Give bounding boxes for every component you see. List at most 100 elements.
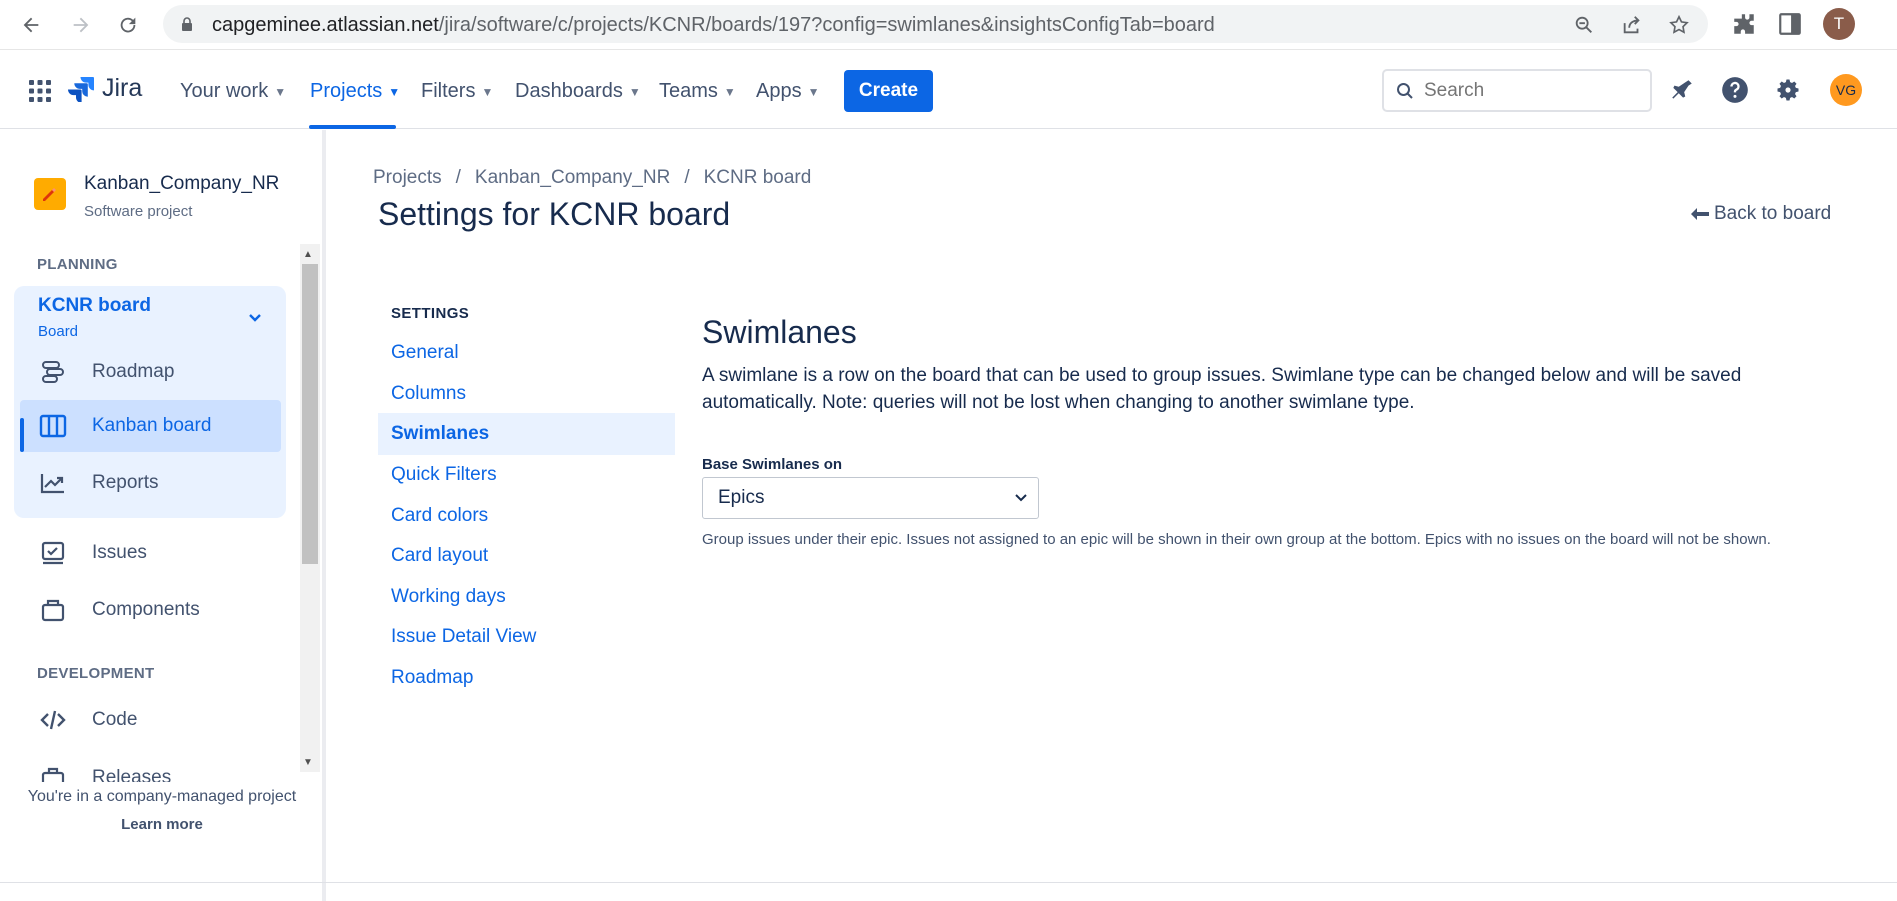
jira-logo[interactable]: Jira (68, 74, 142, 103)
settings-gear-icon[interactable] (1773, 75, 1803, 105)
settings-nav-general[interactable]: General (378, 332, 675, 374)
select-value: Epics (718, 487, 765, 508)
chevron-down-icon (1015, 494, 1027, 502)
sidebar-item-releases-clip: Releases (0, 760, 296, 782)
menu-teams[interactable]: Teams ▼ (659, 80, 736, 103)
settings-nav-roadmap[interactable]: Roadmap (378, 657, 675, 699)
project-name: Kanban_Company_NR (84, 173, 280, 194)
back-to-board-label: Back to board (1714, 203, 1832, 224)
page-title: Settings for KCNR board (378, 196, 731, 232)
menu-label: Filters (421, 80, 476, 102)
sidebar-resize-handle[interactable] (322, 130, 326, 901)
search-box[interactable] (1382, 69, 1652, 112)
chevron-down-icon: ▼ (807, 84, 820, 99)
sidebar-item-label: Code (92, 709, 138, 730)
jira-logo-icon (68, 76, 94, 102)
sidebar-scroll-thumb[interactable] (302, 264, 318, 564)
user-avatar[interactable]: VG (1830, 74, 1862, 106)
chevron-down-icon[interactable] (248, 310, 262, 326)
scroll-down-arrow-icon[interactable]: ▼ (303, 757, 313, 768)
create-button[interactable]: Create (844, 70, 933, 112)
menu-filters[interactable]: Filters ▼ (421, 80, 493, 103)
bookmark-star-icon[interactable] (1668, 14, 1690, 36)
settings-nav-quick-filters[interactable]: Quick Filters (378, 454, 675, 496)
sidebar-item-label: Roadmap (92, 361, 175, 382)
breadcrumb-separator: / (455, 167, 461, 188)
chevron-down-icon: ▼ (274, 84, 287, 99)
menu-label: Projects (310, 80, 383, 102)
settings-nav-working-days[interactable]: Working days (378, 576, 675, 618)
settings-nav-swimlanes[interactable]: Swimlanes (378, 413, 675, 455)
sidebar-item-components[interactable]: Components (38, 584, 280, 636)
lock-icon (182, 17, 192, 31)
zoom-icon[interactable] (1573, 14, 1595, 36)
notifications-icon[interactable] (1667, 75, 1697, 105)
project-avatar (34, 178, 66, 210)
share-icon[interactable] (1621, 14, 1643, 36)
extensions-icon[interactable] (1731, 11, 1757, 37)
kanban-icon (38, 411, 68, 441)
menu-dashboards[interactable]: Dashboards ▼ (515, 80, 641, 103)
sidebar-item-label: Issues (92, 542, 147, 563)
settings-nav-heading: SETTINGS (391, 305, 470, 322)
sidebar-item-label: Releases (92, 767, 172, 782)
search-icon (1397, 83, 1413, 99)
scroll-up-arrow-icon[interactable]: ▲ (303, 249, 313, 260)
swimlane-helper-text: Group issues under their epic. Issues no… (702, 531, 1771, 548)
sidebar-item-issues[interactable]: Issues (38, 527, 280, 579)
code-icon (38, 705, 68, 735)
settings-nav-columns[interactable]: Columns (378, 373, 675, 415)
menu-apps[interactable]: Apps ▼ (756, 80, 819, 103)
development-section-label: DEVELOPMENT (37, 665, 155, 682)
url-text: capgeminee.atlassian.net/jira/software/c… (212, 14, 1215, 36)
menu-your-work[interactable]: Your work ▼ (180, 80, 286, 103)
sidebar-item-code[interactable]: Code (38, 694, 280, 746)
chevron-down-icon: ▼ (628, 84, 641, 99)
settings-nav-card-colors[interactable]: Card colors (378, 495, 675, 537)
help-icon[interactable] (1720, 75, 1750, 105)
chevron-down-icon: ▼ (481, 84, 494, 99)
pencil-icon (43, 188, 56, 201)
address-bar[interactable]: capgeminee.atlassian.net/jira/software/c… (163, 5, 1708, 43)
settings-nav-card-layout[interactable]: Card layout (378, 535, 675, 577)
sidebar-item-roadmap[interactable]: Roadmap (38, 346, 280, 398)
base-swimlanes-select[interactable]: Epics (702, 477, 1039, 519)
active-menu-indicator (309, 125, 396, 129)
browser-profile-avatar[interactable]: T (1823, 8, 1855, 40)
chevron-down-icon: ▼ (723, 84, 736, 99)
section-title: Swimlanes (702, 314, 857, 350)
project-sidebar: Kanban_Company_NR Software project PLANN… (0, 130, 324, 901)
menu-label: Apps (756, 80, 802, 102)
reports-icon (38, 468, 68, 498)
menu-projects[interactable]: Projects ▼ (310, 80, 400, 103)
menu-label: Teams (659, 80, 718, 102)
search-input[interactable] (1424, 79, 1639, 103)
company-managed-note: You're in a company-managed project (27, 788, 297, 805)
app-switcher-icon[interactable] (28, 79, 52, 103)
breadcrumb-board[interactable]: KCNR board (704, 167, 812, 189)
breadcrumb-project[interactable]: Kanban_Company_NR (475, 167, 670, 189)
settings-nav-issue-detail-view[interactable]: Issue Detail View (378, 616, 675, 658)
board-title[interactable]: KCNR board (38, 295, 151, 317)
breadcrumb-separator: / (684, 167, 690, 188)
menu-label: Your work (180, 80, 269, 102)
base-swimlanes-label: Base Swimlanes on (702, 456, 843, 473)
forward-arrow-icon[interactable] (66, 10, 96, 40)
back-arrow-icon[interactable] (16, 10, 46, 40)
reload-icon[interactable] (113, 10, 143, 40)
section-description: A swimlane is a row on the board that ca… (702, 365, 1742, 413)
releases-icon (38, 763, 68, 782)
sidebar-item-kanban-board[interactable]: Kanban board (20, 400, 281, 452)
learn-more-link[interactable]: Learn more (0, 816, 324, 834)
breadcrumb-projects[interactable]: Projects (373, 167, 442, 189)
divider (0, 882, 1897, 883)
back-arrow-icon (1691, 208, 1709, 220)
sidebar-item-releases[interactable]: Releases (38, 760, 280, 782)
back-to-board-link[interactable]: Back to board (1690, 203, 1831, 225)
sidebar-item-reports[interactable]: Reports (38, 457, 280, 509)
side-panel-icon[interactable] (1777, 11, 1803, 37)
sidebar-item-label: Reports (92, 472, 159, 493)
chevron-down-icon: ▼ (388, 84, 401, 99)
sidebar-item-label: Kanban board (92, 415, 212, 436)
browser-toolbar: capgeminee.atlassian.net/jira/software/c… (0, 0, 1897, 50)
